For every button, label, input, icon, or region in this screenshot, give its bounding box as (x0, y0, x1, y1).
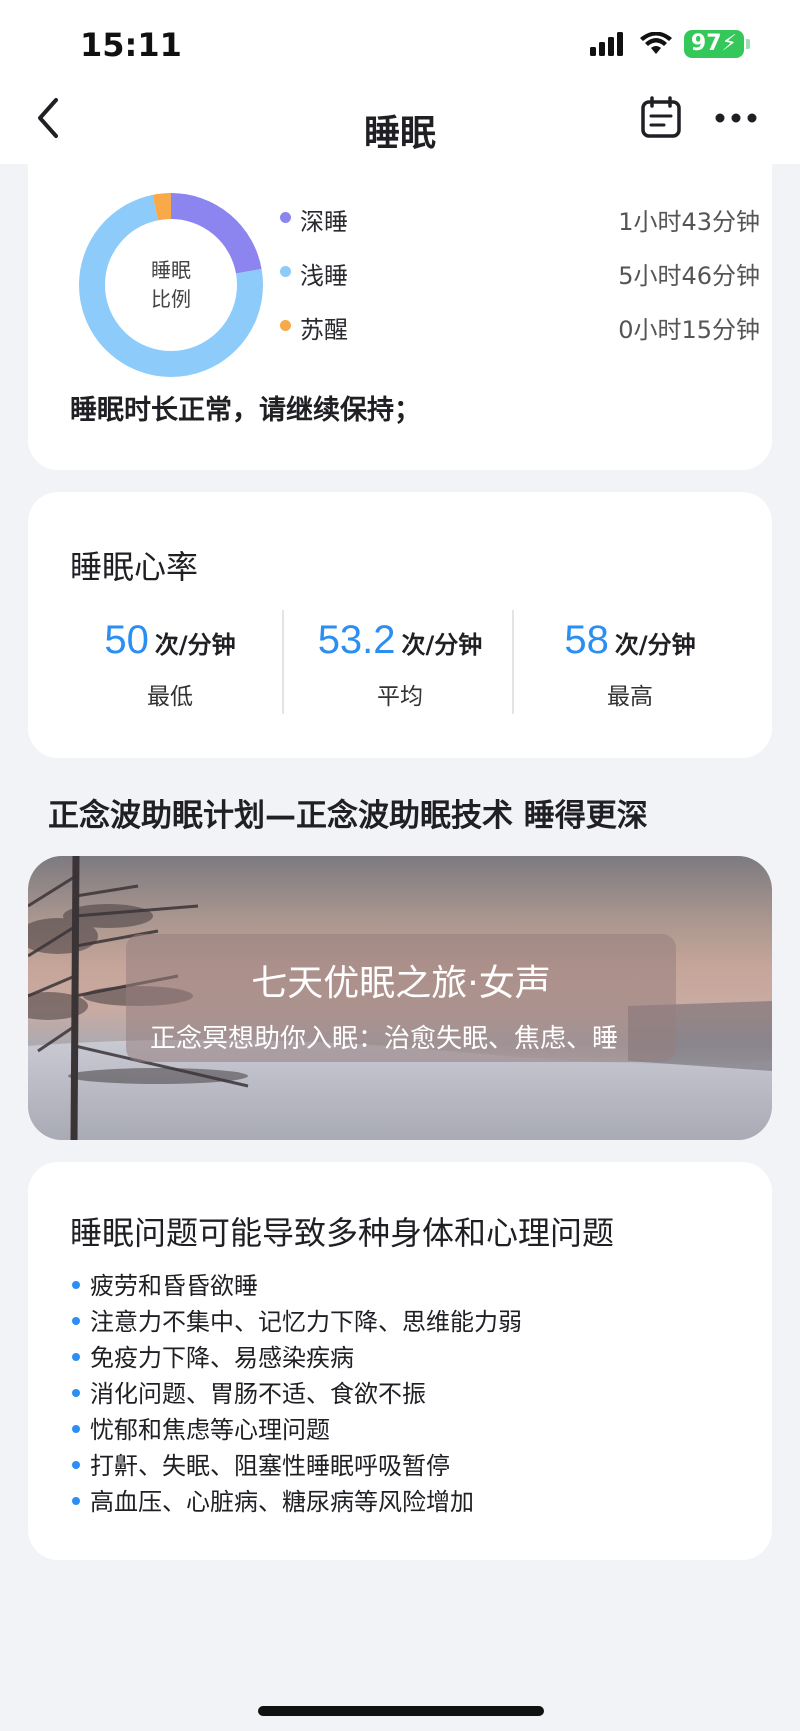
bullet-icon (72, 1353, 80, 1361)
heart-rate-max-value: 58 (564, 618, 609, 662)
battery-cap (746, 39, 750, 49)
legend-dot-deep (280, 212, 291, 223)
sleep-issues-list: 疲劳和昏昏欲睡 注意力不集中、记忆力下降、思维能力弱 免疫力下降、易感染疾病 消… (70, 1268, 522, 1520)
status-indicators: 97⚡ (589, 30, 750, 58)
meditation-banner[interactable]: 七天优眠之旅·女声 正念冥想助你入眠：治愈失眠、焦虑、睡 (28, 856, 772, 1140)
divider (512, 610, 514, 714)
battery-level: 97 (690, 31, 722, 56)
heart-rate-min: 50 次/分钟 最低 (55, 618, 285, 714)
sleep-issues-card: 睡眠问题可能导致多种身体和心理问题 疲劳和昏昏欲睡 注意力不集中、记忆力下降、思… (28, 1162, 772, 1560)
bullet-icon (72, 1281, 80, 1289)
heart-rate-avg-label: 平均 (377, 684, 423, 710)
legend-row-awake: 苏醒 0小时15分钟 (280, 306, 760, 346)
list-item-text: 注意力不集中、记忆力下降、思维能力弱 (90, 1308, 522, 1336)
legend-dot-awake (280, 320, 291, 331)
list-item-text: 打鼾、失眠、阻塞性睡眠呼吸暂停 (90, 1452, 450, 1480)
status-time: 15:11 (80, 26, 182, 64)
legend-label-awake: 苏醒 (300, 316, 348, 344)
legend-value-awake: 0小时15分钟 (618, 316, 760, 344)
heart-rate-max-unit: 次/分钟 (614, 631, 696, 659)
list-item-text: 疲劳和昏昏欲睡 (90, 1272, 258, 1300)
wifi-icon (639, 32, 672, 54)
list-item: 消化问题、胃肠不适、食欲不振 (70, 1376, 522, 1412)
plan-section-title: 正念波助眠计划—正念波助眠技术 睡得更深 (48, 798, 648, 834)
heart-rate-title: 睡眠心率 (70, 548, 199, 586)
heart-rate-avg-value: 53.2 (317, 618, 396, 662)
sleep-summary-text: 睡眠时长正常，请继续保持； (70, 395, 421, 426)
list-item-text: 免疫力下降、易感染疾病 (90, 1344, 354, 1372)
home-indicator[interactable] (258, 1706, 544, 1716)
heart-rate-avg-unit: 次/分钟 (401, 631, 483, 659)
sleep-issues-title: 睡眠问题可能导致多种身体和心理问题 (70, 1214, 615, 1252)
bullet-icon (72, 1425, 80, 1433)
legend-value-light: 5小时46分钟 (618, 262, 760, 290)
legend-label-light: 浅睡 (300, 262, 348, 290)
legend-dot-light (280, 266, 291, 277)
status-bar: 15:11 97⚡ (0, 0, 800, 84)
heart-rate-min-value: 50 (104, 618, 149, 662)
bullet-icon (72, 1461, 80, 1469)
donut-center-line2: 比例 (151, 287, 191, 311)
heart-rate-min-label: 最低 (147, 684, 193, 710)
list-item-text: 忧郁和焦虑等心理问题 (90, 1416, 330, 1444)
legend-row-light: 浅睡 5小时46分钟 (280, 252, 760, 292)
legend-label-deep: 深睡 (300, 208, 348, 236)
list-item: 注意力不集中、记忆力下降、思维能力弱 (70, 1304, 522, 1340)
heart-rate-max-label: 最高 (607, 684, 653, 710)
signal-icon (589, 32, 623, 56)
list-item: 高血压、心脏病、糖尿病等风险增加 (70, 1484, 522, 1520)
heart-rate-max: 58 次/分钟 最高 (515, 618, 745, 714)
bullet-icon (72, 1389, 80, 1397)
donut-center-line1: 睡眠 (151, 258, 191, 282)
banner-subtitle: 正念冥想助你入眠：治愈失眠、焦虑、睡 (150, 1024, 619, 1054)
heart-rate-avg: 53.2 次/分钟 平均 (285, 618, 515, 714)
list-item: 疲劳和昏昏欲睡 (70, 1268, 522, 1304)
more-icon[interactable] (714, 108, 758, 128)
heart-rate-min-unit: 次/分钟 (154, 631, 236, 659)
list-item-text: 高血压、心脏病、糖尿病等风险增加 (90, 1488, 474, 1516)
sleep-ratio-card: 睡眠 比例 深睡 1小时43分钟 浅睡 5小时46分钟 苏醒 0小时15分钟 睡… (28, 150, 772, 470)
list-item: 忧郁和焦虑等心理问题 (70, 1412, 522, 1448)
heart-rate-card: 睡眠心率 50 次/分钟 最低 53.2 次/分钟 平均 58 次/分钟 最高 (28, 492, 772, 758)
list-item: 免疫力下降、易感染疾病 (70, 1340, 522, 1376)
calendar-icon[interactable] (640, 96, 682, 140)
donut-center-label: 睡眠 比例 (76, 190, 266, 380)
banner-title: 七天优眠之旅·女声 (251, 963, 551, 1004)
list-item-text: 消化问题、胃肠不适、食欲不振 (90, 1380, 426, 1408)
legend-value-deep: 1小时43分钟 (618, 208, 760, 236)
list-item: 打鼾、失眠、阻塞性睡眠呼吸暂停 (70, 1448, 522, 1484)
bullet-icon (72, 1317, 80, 1325)
banner-text-overlay: 七天优眠之旅·女声 正念冥想助你入眠：治愈失眠、焦虑、睡 (126, 934, 676, 1062)
battery-icon: 97⚡ (683, 30, 744, 58)
bullet-icon (72, 1497, 80, 1505)
legend-row-deep: 深睡 1小时43分钟 (280, 198, 760, 238)
divider (282, 610, 284, 714)
